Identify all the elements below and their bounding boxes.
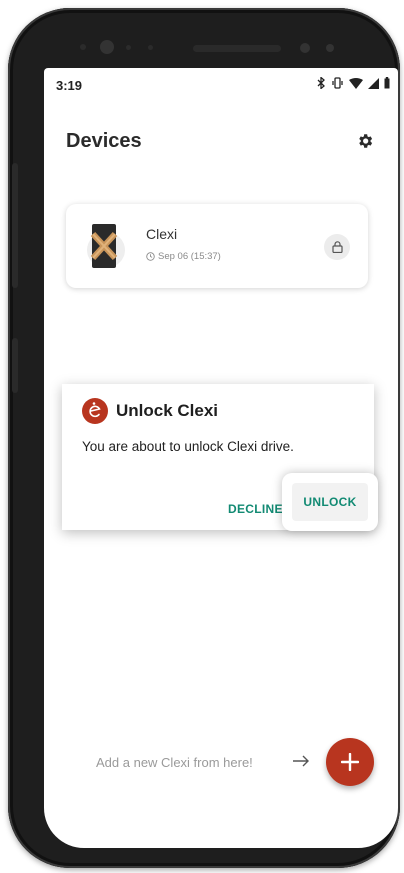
earpiece-speaker [193, 45, 281, 52]
gear-icon[interactable] [356, 132, 374, 155]
device-card[interactable]: Clexi Sep 06 (15:37) [66, 204, 368, 288]
clock-icon [146, 252, 155, 261]
lock-icon [331, 241, 343, 253]
device-name: Clexi [146, 226, 178, 242]
device-thumbnail [84, 222, 126, 277]
signal-icon [368, 77, 379, 89]
volume-button [12, 163, 18, 288]
sensor-dot [126, 45, 131, 50]
vibrate-icon [332, 77, 343, 89]
sensor-dot [148, 45, 153, 50]
status-icons [317, 77, 390, 89]
plus-icon [341, 753, 359, 771]
screen: 3:19 Devices Clexi Sep 06 (15:37) Unlock… [44, 68, 398, 848]
wifi-icon [349, 77, 363, 89]
device-last-seen: Sep 06 (15:37) [146, 251, 221, 262]
lock-button[interactable] [324, 234, 350, 260]
unlock-button[interactable]: UNLOCK [292, 483, 368, 521]
proximity-sensor [300, 43, 310, 53]
bluetooth-icon [317, 77, 325, 89]
arrow-right-icon [292, 754, 310, 773]
device-last-seen-text: Sep 06 (15:37) [158, 251, 221, 262]
front-camera [100, 40, 114, 54]
unlock-button-highlight: UNLOCK [282, 473, 378, 531]
power-button [12, 338, 18, 393]
dialog-message: You are about to unlock Clexi drive. [82, 439, 294, 454]
light-sensor [326, 44, 334, 52]
decline-button[interactable]: DECLINE [228, 502, 283, 516]
page-title: Devices [66, 130, 142, 152]
dialog-title: Unlock Clexi [116, 401, 219, 420]
battery-icon [384, 77, 390, 89]
dialog-header: Unlock Clexi [82, 398, 218, 424]
add-device-button[interactable] [326, 738, 374, 786]
add-device-hint: Add a new Clexi from here! [96, 755, 253, 770]
status-time: 3:19 [56, 78, 83, 93]
status-bar: 3:19 [44, 68, 398, 98]
clexi-logo-icon [82, 398, 108, 424]
phone-frame: 3:19 Devices Clexi Sep 06 (15:37) Unlock… [8, 8, 400, 868]
sensor-dot [80, 44, 86, 50]
